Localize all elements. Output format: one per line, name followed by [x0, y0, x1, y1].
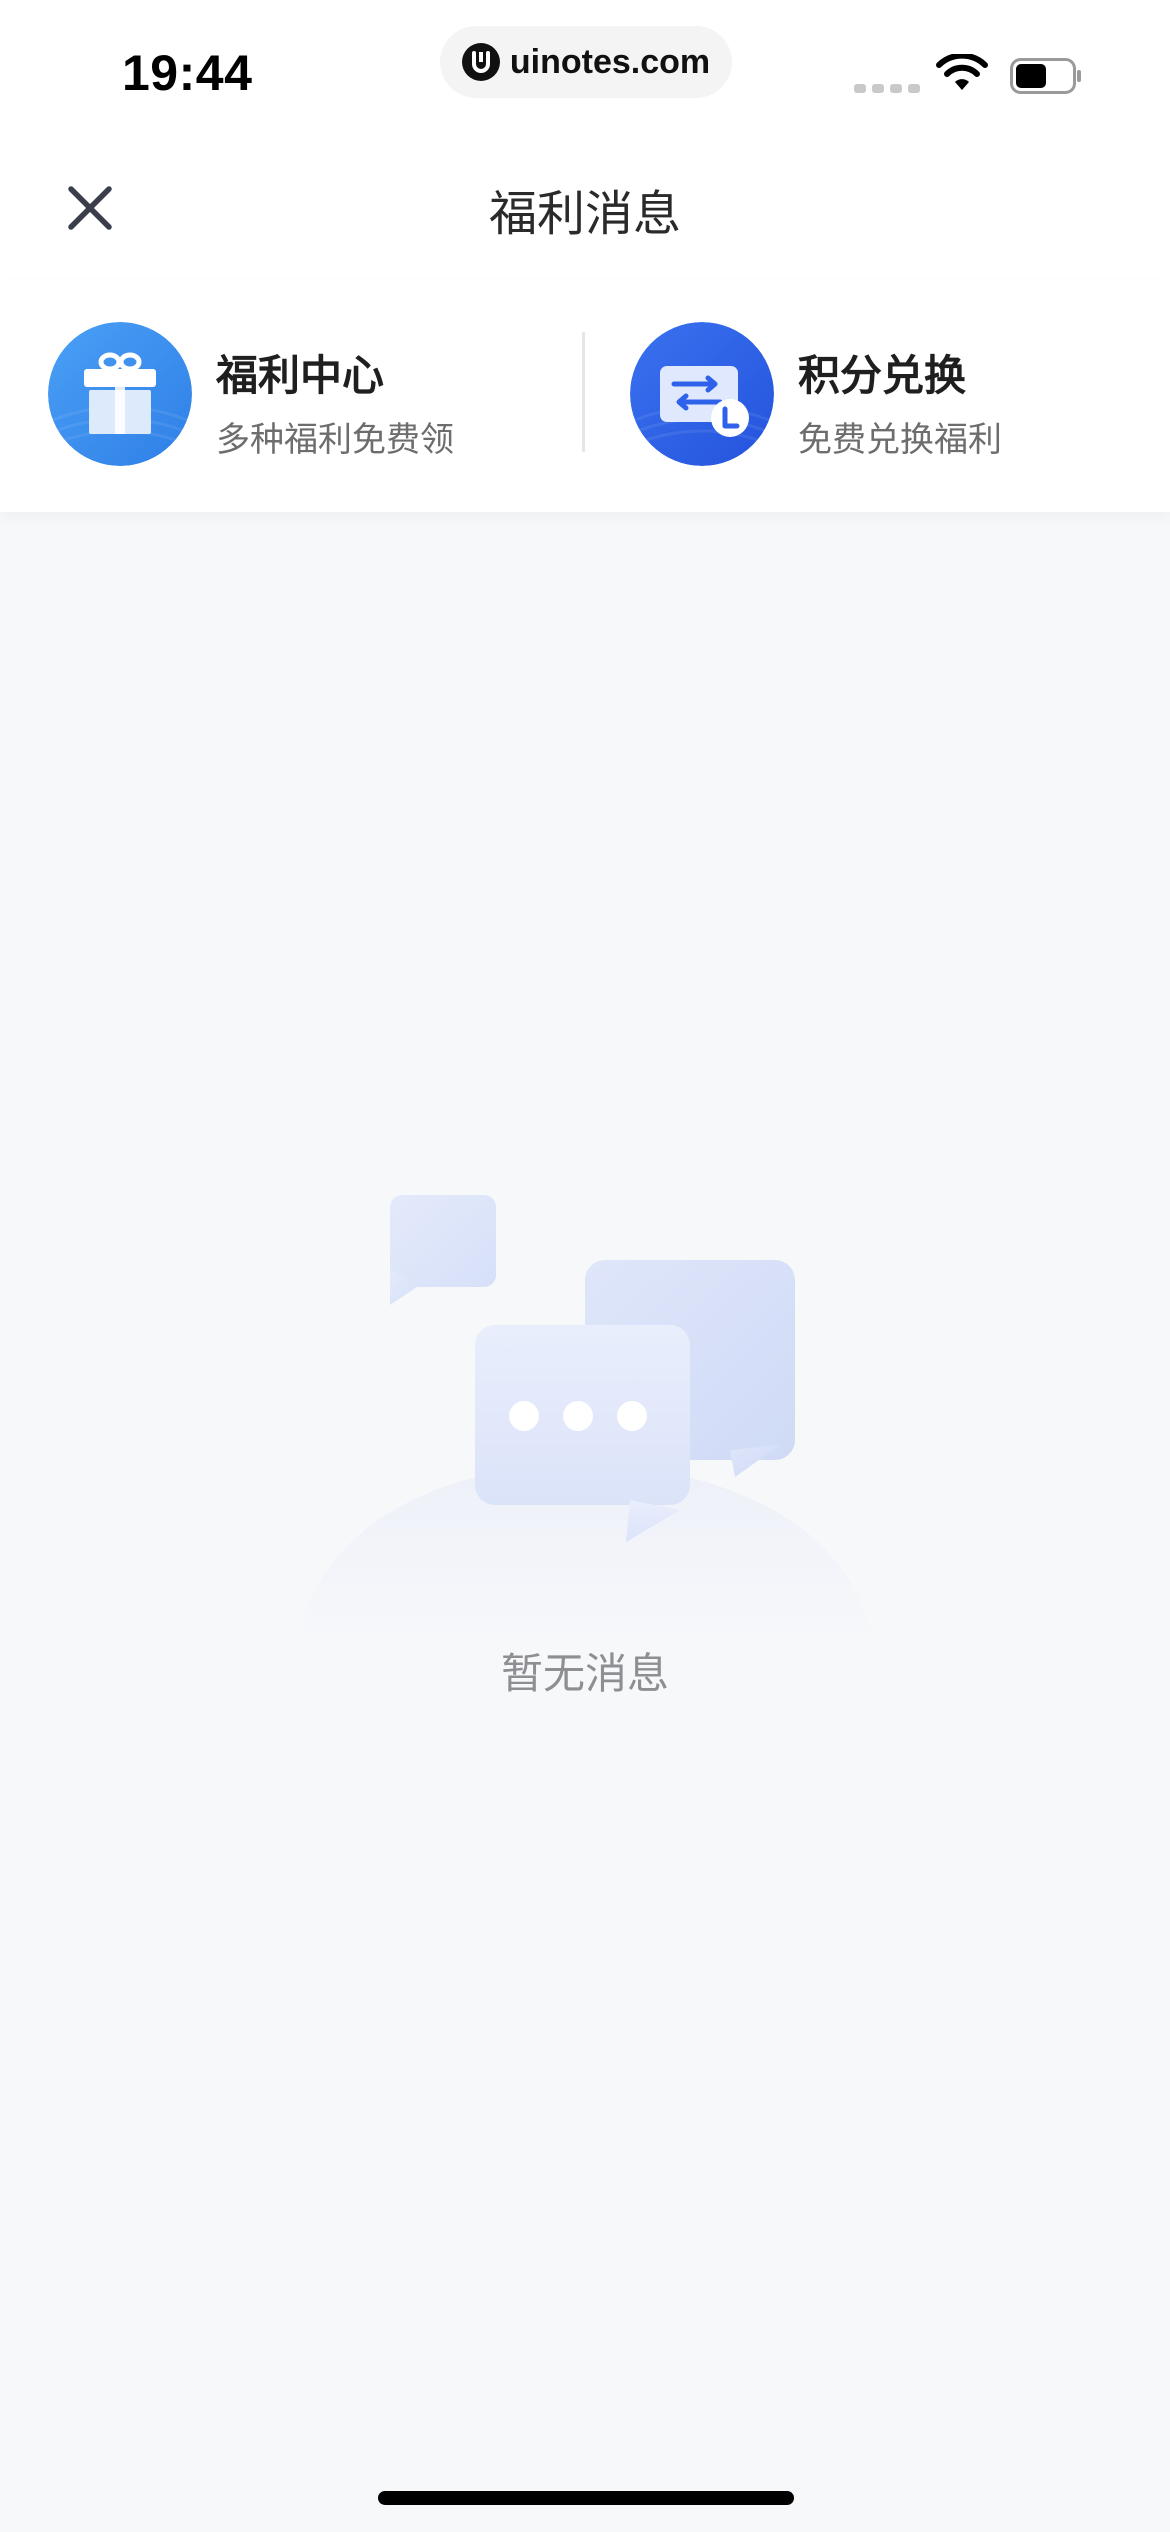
empty-message: 暂无消息 [500, 1649, 669, 1698]
cellular-dots-icon [854, 84, 920, 93]
empty-state [280, 1180, 890, 1660]
site-logo-icon [461, 43, 500, 81]
page-title: 福利消息 [488, 186, 681, 242]
wifi-icon [936, 54, 988, 90]
shortcut-divider [582, 332, 585, 452]
welfare-center-entry[interactable]: 福利中心 多种福利免费领 [48, 322, 568, 470]
close-button[interactable] [56, 174, 124, 242]
nav-bar: 福利消息 [0, 130, 1170, 280]
url-pill[interactable]: uinotes.com [440, 26, 732, 98]
chat-bubbles-icon [295, 1195, 875, 1645]
welfare-center-title: 福利中心 [216, 351, 385, 400]
close-icon [68, 186, 112, 230]
points-exchange-title: 积分兑换 [798, 351, 967, 400]
shortcut-panel: 福利中心 多种福利免费领 积分兑换 免费兑换福利 [0, 280, 1170, 512]
status-time: 19:44 [122, 45, 253, 101]
gift-icon [48, 322, 192, 466]
url-text: uinotes.com [509, 42, 711, 81]
battery-icon [1010, 58, 1081, 94]
points-exchange-entry[interactable]: 积分兑换 免费兑换福利 [630, 322, 1150, 470]
welfare-center-subtitle: 多种福利免费领 [216, 420, 454, 460]
exchange-ticket-icon [630, 322, 774, 466]
home-indicator[interactable] [378, 2491, 794, 2505]
status-bar: 19:44 uinotes.com [0, 0, 1170, 130]
points-exchange-subtitle: 免费兑换福利 [798, 420, 1002, 460]
